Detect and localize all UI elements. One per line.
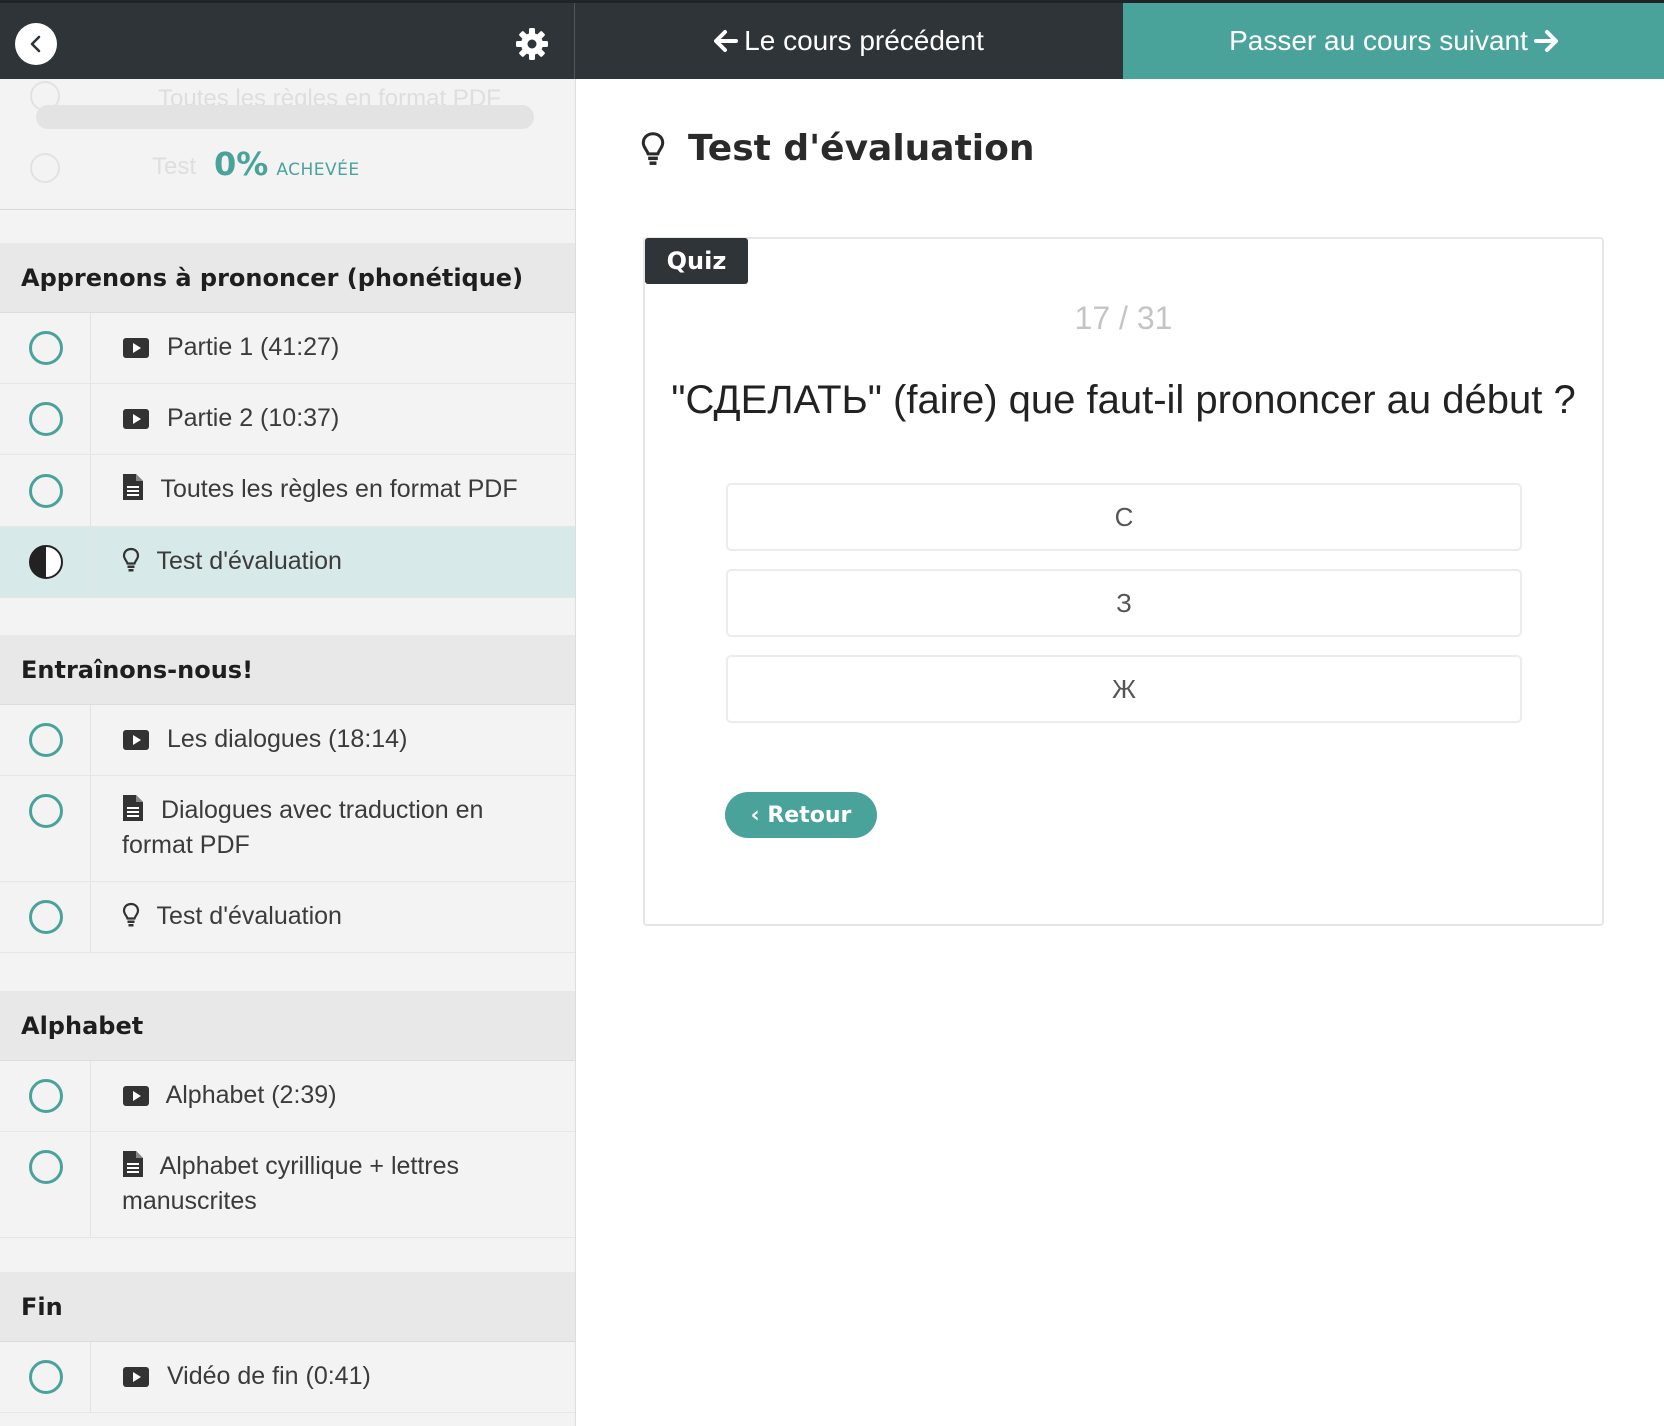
status-circle-icon — [29, 1079, 63, 1113]
lesson-title: Dialogues avec traduction en format PDF — [122, 796, 484, 859]
section-header: Entraînons-nous! — [0, 635, 575, 705]
lesson-item[interactable]: Les dialogues (18:14) — [0, 705, 575, 776]
lesson-title: Toutes les règles en format PDF — [160, 475, 518, 503]
page-title: Test d'évaluation — [688, 128, 1035, 169]
topbar-left-panel — [0, 3, 575, 79]
answer-option[interactable]: С — [726, 483, 1522, 551]
gear-icon[interactable] — [515, 27, 549, 61]
lesson-title: Vidéo de fin (0:41) — [166, 1362, 371, 1390]
document-icon — [123, 474, 143, 500]
video-icon — [123, 730, 149, 750]
video-icon — [123, 338, 149, 358]
video-icon — [123, 1086, 149, 1106]
ghost-lesson-title: Test — [152, 153, 197, 180]
lesson-title: Partie 2 (10:37) — [166, 404, 340, 432]
top-bar: Le cours précédent Passer au cours suiva… — [0, 0, 1664, 79]
next-lesson-label: Passer au cours suivant — [1229, 25, 1528, 56]
answer-option[interactable]: З — [726, 569, 1522, 637]
lesson-title: Test d'évaluation — [156, 547, 342, 575]
lesson-title: Alphabet cyrillique + lettres manuscrite… — [122, 1152, 460, 1215]
status-circle-icon — [29, 474, 63, 508]
back-button[interactable] — [15, 23, 57, 65]
document-icon — [123, 1151, 143, 1177]
lesson-title: Test d'évaluation — [156, 902, 342, 930]
lesson-item[interactable]: Test d'évaluation — [0, 882, 575, 953]
arrow-left-icon — [714, 29, 739, 53]
document-icon — [123, 795, 143, 821]
next-lesson-button[interactable]: Passer au cours suivant — [1123, 3, 1664, 79]
lesson-heading: Test d'évaluation — [640, 128, 1035, 169]
lesson-item[interactable]: Alphabet cyrillique + lettres manuscrite… — [0, 1132, 575, 1238]
status-circle-icon — [29, 794, 63, 828]
half-progress-icon — [29, 545, 63, 579]
course-progress: Toutes les règles en format PDF Test 0% … — [0, 79, 575, 210]
progress-label: 0% ACHEVÉE — [214, 145, 360, 183]
chevron-left-icon — [30, 35, 41, 53]
quiz-question-counter: 17 / 31 — [1074, 300, 1173, 336]
section-header: Apprenons à prononcer (phonétique) — [0, 243, 575, 313]
status-circle-icon — [29, 331, 63, 365]
lesson-title: Alphabet (2:39) — [165, 1081, 337, 1109]
quiz-tag: Quiz — [645, 238, 748, 284]
lesson-item-active[interactable]: Test d'évaluation — [0, 527, 575, 598]
previous-lesson-label: Le cours précédent — [744, 25, 984, 56]
status-circle-icon — [29, 1360, 63, 1394]
progress-word: ACHEVÉE — [276, 160, 360, 180]
lesson-title: Les dialogues (18:14) — [166, 725, 408, 753]
status-circle-icon — [29, 900, 63, 934]
section-header: Fin — [0, 1272, 575, 1342]
status-circle-icon — [29, 723, 63, 757]
back-to-previous-question-button[interactable]: ‹ Retour — [725, 792, 877, 838]
answer-option[interactable]: Ж — [726, 655, 1522, 723]
section-header: Alphabet — [0, 991, 575, 1061]
arrow-right-icon — [1533, 29, 1558, 53]
lightbulb-icon — [122, 547, 140, 572]
lesson-item[interactable]: Partie 2 (10:37) — [0, 384, 575, 455]
quiz-question: "СДЕЛАТЬ" (faire) que faut-il prononcer … — [671, 378, 1576, 422]
lightbulb-icon — [641, 131, 665, 165]
lesson-item[interactable]: Alphabet (2:39) — [0, 1061, 575, 1132]
progress-percent: 0% — [214, 145, 269, 183]
previous-lesson-button[interactable]: Le cours précédent — [576, 3, 1122, 79]
video-icon — [123, 409, 149, 429]
lesson-item[interactable]: Vidéo de fin (0:41) — [0, 1342, 575, 1413]
status-circle-icon — [29, 1150, 63, 1184]
lightbulb-icon — [122, 902, 140, 927]
ghost-status-circle — [30, 153, 60, 183]
video-icon — [123, 1367, 149, 1387]
course-sidebar[interactable]: Toutes les règles en format PDF Test 0% … — [0, 79, 576, 1426]
lesson-title: Partie 1 (41:27) — [166, 333, 340, 361]
progress-bar — [36, 105, 534, 129]
lesson-item[interactable]: Toutes les règles en format PDF — [0, 455, 575, 527]
lesson-item[interactable]: Partie 1 (41:27) — [0, 313, 575, 384]
lesson-item[interactable]: Dialogues avec traduction en format PDF — [0, 776, 575, 882]
status-circle-icon — [29, 402, 63, 436]
